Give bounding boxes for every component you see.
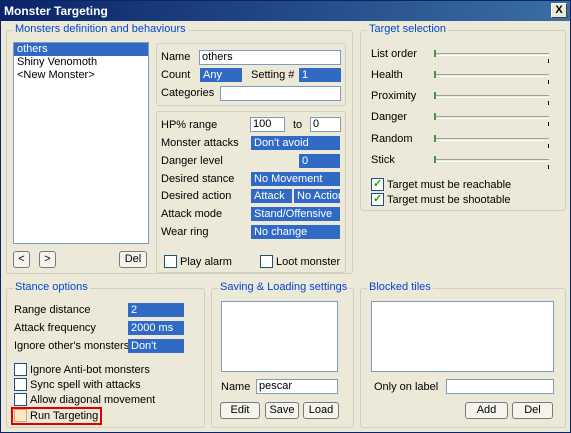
ignore-antibot-checkbox[interactable] [14, 363, 27, 376]
slider-label: Danger [371, 111, 408, 123]
monster-list-item[interactable]: Shiny Venomoth [14, 56, 148, 69]
danger-level-field[interactable]: 0 [299, 154, 340, 168]
slider-thumb[interactable] [434, 71, 436, 78]
desired-action-label: Desired action [161, 190, 232, 202]
slider-label: Proximity [371, 90, 417, 102]
monster-list-item[interactable]: <New Monster> [14, 69, 148, 82]
range-distance-label: Range distance [14, 304, 91, 316]
sync-spell-label: Sync spell with attacks [30, 379, 141, 391]
load-button[interactable]: Load [303, 402, 339, 419]
monster-list-item[interactable]: others [14, 43, 148, 56]
wear-ring-select[interactable]: No change [251, 225, 340, 239]
target-selection-title: Target selection [367, 23, 449, 35]
ignore-others-select[interactable]: Don't [128, 339, 184, 353]
slider-label: List order [371, 48, 417, 60]
slider-tick [548, 101, 549, 105]
slider-tick [548, 165, 549, 169]
title-bar: Monster Targeting X [1, 1, 570, 21]
monster-del-button[interactable]: Del [119, 251, 147, 268]
close-button[interactable]: X [551, 3, 567, 18]
slider-track[interactable] [434, 159, 549, 162]
only-on-label-field[interactable] [446, 379, 554, 394]
save-button[interactable]: Save [265, 402, 299, 419]
next-button[interactable]: > [39, 251, 56, 268]
attack-mode-select[interactable]: Stand/Offensive [251, 207, 340, 221]
slider-label: Health [371, 69, 403, 81]
range-distance-field[interactable]: 2 [128, 303, 184, 317]
count-select[interactable]: Any [200, 68, 242, 82]
slider-tick [548, 122, 549, 126]
slider-label: Random [371, 133, 413, 145]
slider-track[interactable] [434, 53, 549, 56]
prev-button[interactable]: < [13, 251, 30, 268]
desired-stance-label: Desired stance [161, 173, 235, 185]
monster-attacks-label: Monster attacks [161, 137, 239, 149]
reachable-checkbox[interactable] [371, 177, 384, 191]
name-label: Name [161, 51, 191, 63]
attack-mode-label: Attack mode [161, 208, 223, 220]
blocked-add-button[interactable]: Add [465, 402, 508, 419]
loot-monster-checkbox[interactable] [260, 255, 273, 268]
only-on-label-label: Only on label [374, 381, 439, 393]
saving-loading-title: Saving & Loading settings [218, 281, 350, 293]
desired-action-select[interactable]: Attack [251, 189, 292, 203]
danger-level-label: Danger level [161, 155, 223, 167]
play-alarm-checkbox[interactable] [164, 255, 177, 268]
diagonal-movement-checkbox[interactable] [14, 393, 27, 406]
slider-track[interactable] [434, 95, 549, 98]
sync-spell-checkbox[interactable] [14, 378, 27, 391]
slider-tick [548, 59, 549, 63]
slider-track[interactable] [434, 116, 549, 119]
diagonal-movement-label: Allow diagonal movement [30, 394, 156, 406]
reachable-label: Target must be reachable [387, 179, 512, 191]
slider-track[interactable] [434, 74, 549, 77]
desired-action-select-2[interactable]: No Action [294, 189, 340, 203]
setting-select[interactable]: 1 [299, 68, 341, 82]
stance-options-title: Stance options [13, 281, 90, 293]
monsters-group-title: Monsters definition and behaviours [13, 23, 188, 35]
setting-label: Setting # [251, 69, 295, 81]
desired-stance-select[interactable]: No Movement [251, 172, 340, 186]
hp-to-label: to [293, 119, 303, 131]
saved-settings-list[interactable] [221, 301, 338, 372]
monster-targeting-window: Monster Targeting X Monsters definition … [0, 0, 571, 433]
monster-list[interactable]: others Shiny Venomoth <New Monster> [13, 42, 149, 244]
slider-thumb[interactable] [434, 92, 436, 99]
slider-thumb[interactable] [434, 113, 436, 120]
window-title: Monster Targeting [4, 4, 108, 18]
wear-ring-label: Wear ring [161, 226, 209, 238]
monster-attacks-select[interactable]: Don't avoid [251, 136, 340, 150]
categories-field[interactable] [220, 86, 341, 101]
blocked-del-button[interactable]: Del [512, 402, 553, 419]
categories-label: Categories [161, 87, 215, 99]
run-targeting-checkbox[interactable] [14, 409, 27, 422]
run-targeting-label: Run Targeting [30, 410, 99, 422]
slider-thumb[interactable] [434, 50, 436, 57]
hp-to-field[interactable]: 0 [310, 117, 341, 132]
blocked-tiles-list[interactable] [371, 301, 554, 372]
ignore-antibot-label: Ignore Anti-bot monsters [30, 364, 150, 376]
slider-tick [548, 144, 549, 148]
slider-track[interactable] [434, 138, 549, 141]
play-alarm-label: Play alarm [180, 256, 232, 268]
saving-name-label: Name [221, 381, 251, 393]
slider-tick [548, 80, 549, 84]
saving-name-field[interactable]: pescar [256, 379, 338, 394]
blocked-tiles-title: Blocked tiles [367, 281, 433, 293]
slider-thumb[interactable] [434, 135, 436, 142]
attack-frequency-field[interactable]: 2000 ms [128, 321, 184, 335]
attack-frequency-label: Attack frequency [14, 322, 96, 334]
loot-monster-label: Loot monster [276, 256, 341, 268]
slider-label: Stick [371, 154, 395, 166]
edit-button[interactable]: Edit [220, 402, 260, 419]
hp-from-field[interactable]: 100 [250, 117, 285, 132]
shootable-checkbox[interactable] [371, 192, 384, 206]
shootable-label: Target must be shootable [387, 194, 511, 206]
monster-name-field[interactable]: others [199, 50, 341, 65]
ignore-others-label: Ignore other's monsters [14, 340, 130, 352]
hp-range-label: HP% range [161, 119, 218, 131]
slider-thumb[interactable] [434, 156, 436, 163]
count-label: Count [161, 69, 191, 81]
